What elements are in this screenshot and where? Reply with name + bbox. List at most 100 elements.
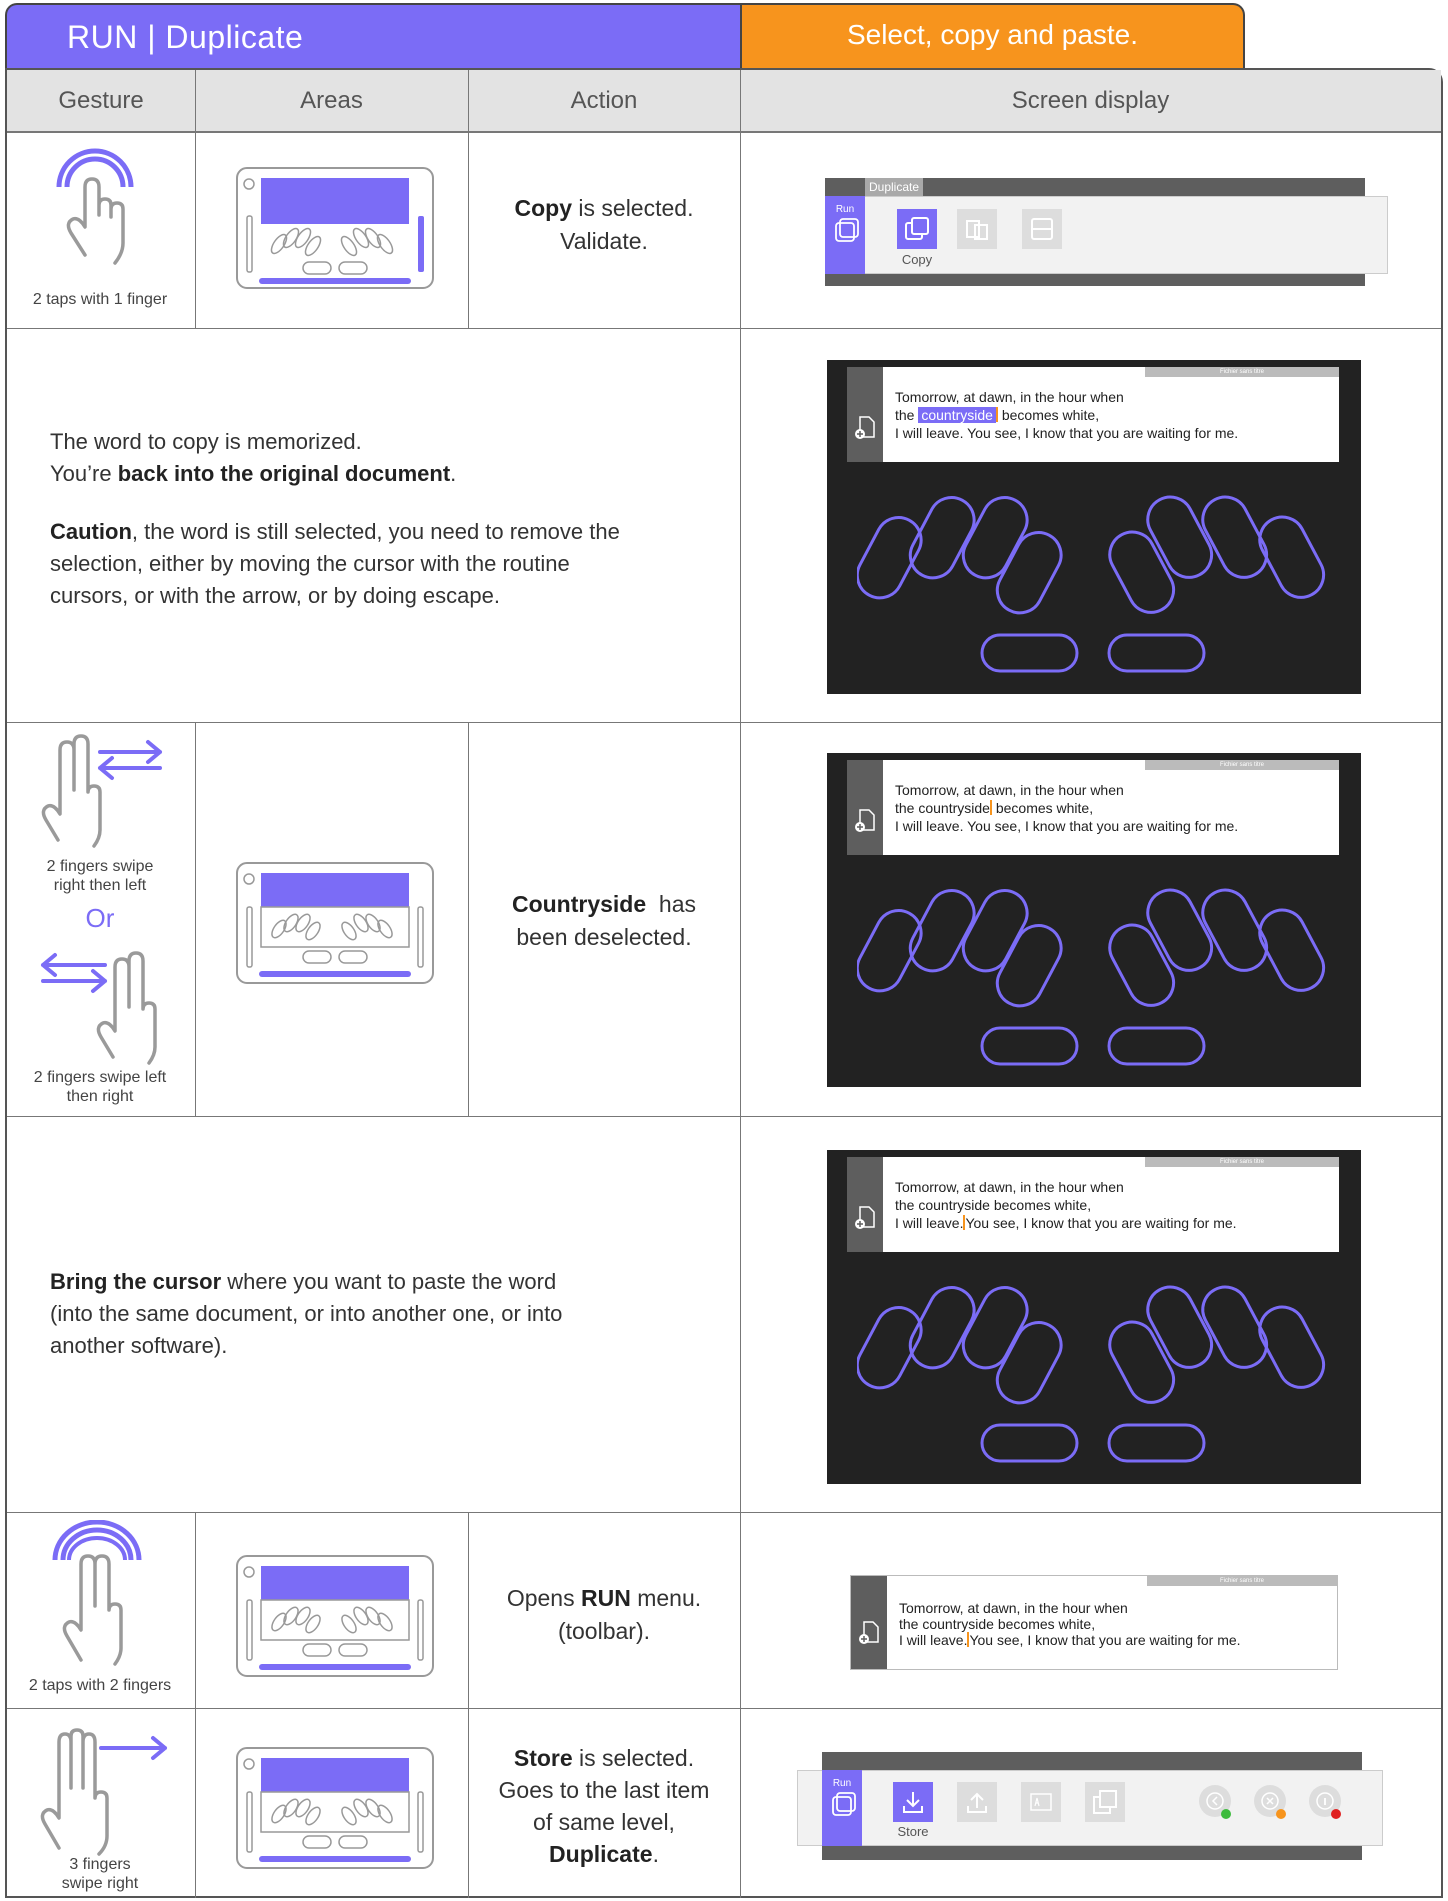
doc-line3-b: You see, I know that you are waiting for…: [969, 1632, 1241, 1648]
selected-word: countryside: [918, 407, 996, 423]
action-text: is selected.: [572, 1745, 695, 1771]
run-icon: [832, 1792, 856, 1816]
braille-device-areas-icon: [236, 862, 434, 984]
copy-button[interactable]: [897, 209, 937, 249]
header-gesture: Gesture: [7, 70, 195, 132]
new-document-icon: [855, 809, 875, 832]
col-divider: [740, 70, 741, 1898]
doc-line3: I will leave. You see, I know that you ar…: [899, 1632, 1241, 1648]
action-store-selected: Store is selected. Goes to the last item…: [468, 1742, 740, 1870]
row-divider: [7, 328, 1441, 329]
row2-line5: cursors, or with the arrow, or by doing …: [50, 583, 500, 608]
document-sidebar: [851, 1576, 887, 1669]
row2-caution: Caution: [50, 519, 132, 544]
title-right: Select, copy and paste.: [846, 19, 1139, 50]
title-tab-select-copy-paste: Select, copy and paste.: [740, 3, 1245, 69]
row2-explanation: The word to copy is memorized. You’re ba…: [50, 426, 700, 612]
doc-line3-b: You see, I know that you are waiting for…: [965, 1215, 1237, 1231]
row4-line2: (into the same document, or into another…: [50, 1301, 563, 1326]
doc-line2: the countryside becomes white,: [895, 407, 1099, 423]
toolbar-section-tag: Duplicate: [865, 178, 923, 196]
action-open-run-menu: Opens RUN menu. (toolbar).: [468, 1582, 740, 1649]
action-line3: of same level,: [533, 1809, 675, 1835]
document-panel: Fichier sans titre Tomorrow, at dawn, in…: [847, 367, 1339, 462]
action-bold: RUN: [580, 1585, 631, 1611]
braille-device-areas-icon: [236, 1555, 434, 1677]
doc-line1: Tomorrow, at dawn, in the hour when: [895, 389, 1124, 405]
action-line2: (toolbar).: [557, 1618, 651, 1645]
action-end: .: [652, 1841, 659, 1867]
doc-line2-post: becomes white,: [997, 407, 1100, 423]
doc-line2-post: becomes white,: [991, 800, 1094, 816]
cut-button[interactable]: [957, 209, 997, 249]
duplicate-icon: [1093, 1790, 1117, 1814]
row2-line3: Caution, the word is still selected, you…: [50, 516, 700, 548]
gesture-caption: 2 taps with 2 fingers: [28, 1677, 172, 1694]
back-circle-icon: [1199, 1785, 1231, 1819]
text-box-icon: [1030, 1793, 1052, 1811]
header-areas: Areas: [195, 70, 468, 132]
screen-display-deselected: Fichier sans titre Tomorrow, at dawn, in…: [827, 753, 1361, 1087]
toolbar-selected-label: Copy: [901, 252, 933, 267]
document-title-bar: Fichier sans titre: [1145, 760, 1339, 770]
restore-button[interactable]: [957, 1782, 997, 1822]
deselected-word: countryside: [918, 800, 990, 816]
action-line2: been deselected.: [516, 924, 692, 951]
row-divider: [7, 1708, 1441, 1709]
info-circle-icon: [1309, 1785, 1341, 1819]
header-screen-display: Screen display: [740, 70, 1441, 132]
doc-line3-a: I will leave.: [899, 1632, 968, 1648]
row2-line2: You’re back into the original document.: [50, 458, 700, 490]
toolbar-run-label: Run: [835, 204, 855, 215]
row-divider: [7, 1512, 1441, 1513]
gesture-caption-b: 2 fingers swipe left then right: [33, 1069, 167, 1106]
row4-line3: another software).: [50, 1333, 228, 1358]
paste-button[interactable]: [1022, 209, 1062, 249]
doc-line1: Tomorrow, at dawn, in the hour when: [895, 1179, 1124, 1195]
row-divider: [7, 1116, 1441, 1117]
row2-line2-bold: back into the original document: [117, 461, 451, 486]
doc-line1: Tomorrow, at dawn, in the hour when: [899, 1600, 1128, 1616]
title-left: RUN | Duplicate: [67, 19, 304, 55]
new-document-icon: [855, 416, 875, 439]
doc-line2: the countryside becomes white,: [895, 800, 1093, 816]
toolbar-selected-label: Store: [897, 1824, 929, 1839]
store-button[interactable]: [893, 1782, 933, 1822]
doc-line3: I will leave. You see, I know that you ar…: [895, 1215, 1237, 1231]
col-divider: [195, 722, 196, 1116]
action-pre: Opens: [506, 1585, 581, 1611]
braille-device-areas-icon: [236, 167, 434, 289]
run-icon: [835, 218, 859, 242]
braille-keyboard: [857, 495, 1326, 673]
braille-device-areas-icon: [236, 1747, 434, 1869]
row-divider: [7, 132, 1441, 133]
doc-line3-a: I will leave.: [895, 1215, 964, 1231]
upload-icon: [967, 1792, 987, 1813]
action-bold-store: Store: [513, 1745, 573, 1771]
row-divider: [7, 722, 1441, 723]
action-bold-duplicate: Duplicate: [549, 1841, 653, 1867]
action-copy-selected: Copy is selected. Validate.: [468, 192, 740, 259]
row2-line2-pre: You’re: [50, 461, 118, 486]
action-text: is selected.: [572, 195, 694, 221]
doc-line3: I will leave. You see, I know that you a…: [895, 818, 1239, 834]
action-line2: Goes to the last item: [498, 1777, 710, 1803]
text-button[interactable]: [1021, 1782, 1061, 1822]
document-title-bar: Fichier sans titre: [1145, 1157, 1339, 1167]
doc-line1: Tomorrow, at dawn, in the hour when: [895, 782, 1124, 798]
row2-line1: The word to copy is memorized.: [50, 429, 362, 454]
swipe-left-then-right-icon: [41, 951, 157, 1065]
duplicate-button[interactable]: [1085, 1782, 1125, 1822]
new-document-icon: [859, 1621, 879, 1644]
braille-keyboard: [857, 888, 1326, 1066]
document-panel: Fichier sans titre Tomorrow, at dawn, in…: [847, 760, 1339, 855]
row2-line4: selection, either by moving the cursor w…: [50, 551, 570, 576]
row4-line1-rest: where you want to paste the word: [221, 1269, 557, 1294]
action-post: menu.: [630, 1585, 702, 1611]
header-action: Action: [468, 70, 740, 132]
document-sidebar: [847, 1157, 883, 1252]
doc-line2: the countryside becomes white,: [895, 1197, 1092, 1213]
action-deselected: Countryside has been deselected.: [468, 888, 740, 955]
gesture-caption-a: 2 fingers swipe right then left: [46, 858, 154, 895]
paste-icon: [1031, 218, 1053, 240]
